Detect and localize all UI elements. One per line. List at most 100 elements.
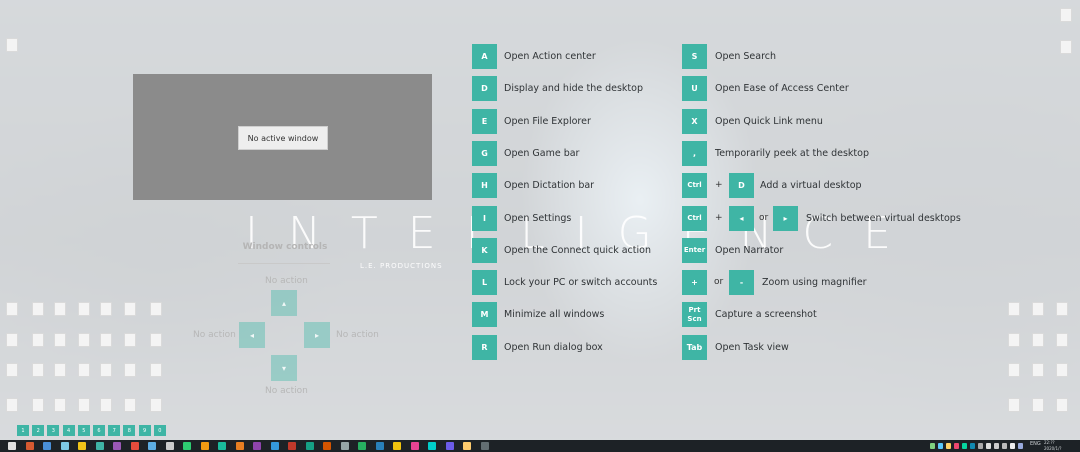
desktop-file-icon[interactable] [54, 363, 66, 377]
desktop-file-icon[interactable] [54, 398, 66, 412]
taskbar-app-icon[interactable] [445, 442, 454, 450]
virtual-desktop-5[interactable]: 5 [77, 425, 90, 436]
taskbar-app-icon[interactable] [463, 442, 471, 450]
desktop-file-icon[interactable] [1032, 398, 1044, 412]
desktop-file-icon[interactable] [6, 302, 18, 316]
desktop-file-icon[interactable] [1032, 363, 1044, 377]
shortcut-key-4[interactable]: H [472, 173, 497, 198]
virtual-desktop-2[interactable]: 2 [32, 425, 45, 436]
desktop-file-icon[interactable] [78, 363, 90, 377]
desktop-file-icon[interactable] [1056, 302, 1068, 316]
desktop-file-icon[interactable] [124, 398, 136, 412]
taskbar-app-icon[interactable] [130, 442, 139, 450]
tray-icon[interactable] [994, 443, 999, 449]
desktop-file-icon[interactable] [1008, 398, 1020, 412]
desktop-file-icon[interactable] [150, 333, 162, 347]
shortcut-key-r4[interactable]: Ctrl [682, 173, 707, 198]
desktop-file-icon[interactable] [78, 302, 90, 316]
taskbar-app-icon[interactable] [183, 442, 191, 450]
shortcut-key-5[interactable]: I [472, 206, 497, 231]
shortcut-key-r0[interactable]: S [682, 44, 707, 69]
taskbar-app-icon[interactable] [218, 442, 226, 450]
taskbar-app-icon[interactable] [428, 442, 436, 450]
shortcut-key-1[interactable]: D [472, 76, 497, 101]
desktop-file-icon[interactable] [32, 302, 44, 316]
shortcut-key-r5[interactable]: Ctrl [682, 206, 707, 231]
shortcut-key3-r5[interactable]: ▸ [773, 206, 798, 231]
desktop-file-icon[interactable] [6, 333, 18, 347]
desktop-file-icon[interactable] [6, 38, 18, 52]
desktop-file-icon[interactable] [1008, 363, 1020, 377]
desktop-file-icon[interactable] [100, 302, 112, 316]
taskbar-app-icon[interactable] [200, 442, 209, 450]
taskbar-app-icon[interactable] [8, 442, 16, 450]
tray-icon[interactable] [978, 443, 983, 449]
clock-date[interactable]: 2020/1/? [1044, 446, 1062, 451]
shortcut-key-r7[interactable]: + [682, 270, 707, 295]
arrow-left-key[interactable]: ◂ [239, 322, 265, 348]
taskbar-app-icon[interactable] [165, 442, 174, 450]
virtual-desktop-1[interactable]: 1 [17, 425, 29, 436]
virtual-desktop-3[interactable]: 3 [47, 425, 60, 436]
taskbar-app-icon[interactable] [480, 442, 489, 450]
desktop-file-icon[interactable] [6, 398, 18, 412]
desktop-file-icon[interactable] [32, 363, 44, 377]
shortcut-key-2[interactable]: E [472, 109, 497, 134]
shortcut-key-r2[interactable]: X [682, 109, 707, 134]
tray-icon[interactable] [954, 443, 959, 449]
desktop-file-icon[interactable] [1056, 333, 1068, 347]
tray-icon[interactable] [1018, 443, 1023, 449]
virtual-desktop-6[interactable]: 6 [93, 425, 105, 436]
desktop-file-icon[interactable] [1060, 40, 1072, 54]
desktop-file-icon[interactable] [1032, 333, 1044, 347]
taskbar-app-icon[interactable] [410, 442, 419, 450]
taskbar-app-icon[interactable] [305, 442, 314, 450]
taskbar-app-icon[interactable] [375, 442, 384, 450]
shortcut-key2-r5[interactable]: ◂ [729, 206, 754, 231]
tray-icon[interactable] [1002, 443, 1007, 449]
desktop-file-icon[interactable] [32, 398, 44, 412]
virtual-desktop-4[interactable]: 4 [62, 425, 75, 436]
tray-icon[interactable] [930, 443, 935, 449]
tray-icon[interactable] [962, 443, 967, 449]
desktop-file-icon[interactable] [1008, 333, 1020, 347]
taskbar-app-icon[interactable] [25, 442, 34, 450]
desktop-file-icon[interactable] [54, 302, 66, 316]
desktop-file-icon[interactable] [1032, 302, 1044, 316]
desktop-file-icon[interactable] [150, 302, 162, 316]
shortcut-key-8[interactable]: M [472, 302, 497, 327]
arrow-down-key[interactable]: ▾ [271, 355, 297, 381]
desktop-file-icon[interactable] [124, 302, 136, 316]
taskbar-app-icon[interactable] [60, 442, 69, 450]
desktop-file-icon[interactable] [6, 363, 18, 377]
taskbar-app-icon[interactable] [235, 442, 244, 450]
desktop-file-icon[interactable] [100, 333, 112, 347]
desktop-file-icon[interactable] [78, 333, 90, 347]
shortcut-key-0[interactable]: A [472, 44, 497, 69]
desktop-file-icon[interactable] [78, 398, 90, 412]
shortcut-key-3[interactable]: G [472, 141, 497, 166]
tray-icon[interactable] [970, 443, 975, 449]
virtual-desktop-8[interactable]: 8 [123, 425, 136, 436]
shortcut-key-9[interactable]: R [472, 335, 497, 360]
virtual-desktop-0[interactable]: 0 [153, 425, 166, 436]
shortcut-key-r3[interactable]: , [682, 141, 707, 166]
taskbar-app-icon[interactable] [95, 442, 104, 450]
tray-icon[interactable] [1010, 443, 1015, 449]
virtual-desktop-9[interactable]: 9 [138, 425, 151, 436]
taskbar-app-icon[interactable] [270, 442, 279, 450]
taskbar-app-icon[interactable] [113, 442, 121, 450]
desktop-file-icon[interactable] [54, 333, 66, 347]
desktop-file-icon[interactable] [100, 363, 112, 377]
desktop-file-icon[interactable] [150, 398, 162, 412]
desktop-file-icon[interactable] [1056, 398, 1068, 412]
virtual-desktop-7[interactable]: 7 [108, 425, 121, 436]
taskbar-app-icon[interactable] [340, 442, 349, 450]
taskbar-app-icon[interactable] [148, 442, 156, 450]
desktop-file-icon[interactable] [1060, 8, 1072, 22]
shortcut-key-r9[interactable]: Tab [682, 335, 707, 360]
desktop-file-icon[interactable] [100, 398, 112, 412]
arrow-up-key[interactable]: ▴ [271, 290, 297, 316]
desktop-file-icon[interactable] [1008, 302, 1020, 316]
shortcut-key-r1[interactable]: U [682, 76, 707, 101]
